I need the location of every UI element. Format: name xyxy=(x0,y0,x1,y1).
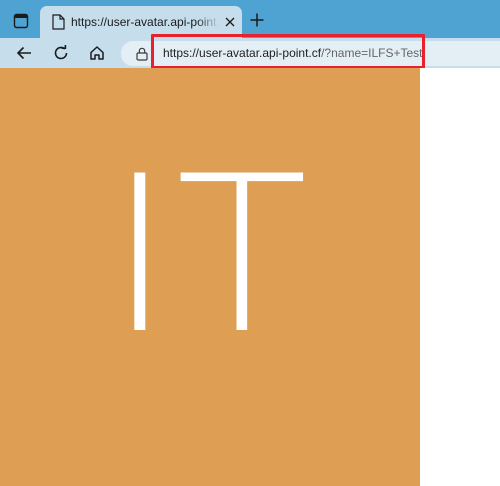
home-icon xyxy=(90,46,104,60)
avatar-initials: IT xyxy=(108,130,312,381)
reload-button[interactable] xyxy=(49,41,73,65)
browser-window: https://user-avatar.api-point.cf/?name=I… xyxy=(0,0,500,486)
close-icon xyxy=(225,17,235,27)
tab-title: https://user-avatar.api-point.cf/?name=I… xyxy=(71,14,219,30)
tab-actions-button[interactable] xyxy=(8,8,34,34)
back-button[interactable] xyxy=(12,41,36,65)
page-blank-area xyxy=(420,68,500,486)
url-highlight-box xyxy=(151,34,425,69)
page-icon xyxy=(50,13,66,30)
new-tab-button[interactable] xyxy=(245,8,269,32)
reload-icon xyxy=(54,45,68,60)
home-button[interactable] xyxy=(85,41,109,65)
tab-close-button[interactable] xyxy=(222,14,238,30)
plus-icon xyxy=(250,13,264,27)
avatar-image: IT xyxy=(0,68,420,486)
lock-icon[interactable] xyxy=(135,46,149,61)
back-arrow-icon xyxy=(16,46,31,60)
tab-actions-icon xyxy=(13,13,29,29)
tab-strip: https://user-avatar.api-point.cf/?name=I… xyxy=(0,0,500,38)
